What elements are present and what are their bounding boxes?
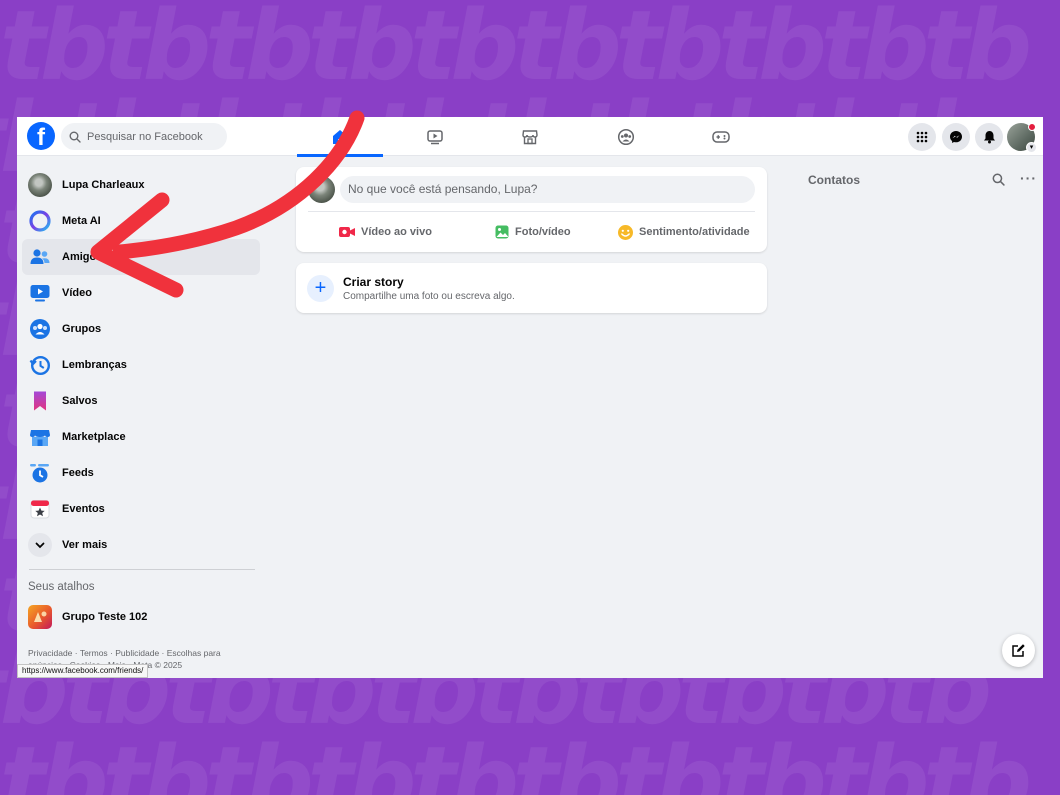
sidebar-item-label: Marketplace — [62, 431, 126, 443]
browser-window: f Pesquisar no Facebook ▾ Lupa Charleaux… — [17, 117, 1043, 678]
composer-divider — [308, 211, 755, 212]
link-status-url: https://www.facebook.com/friends/ — [17, 664, 149, 678]
group-thumbnail-icon — [28, 605, 52, 629]
shortcuts-heading: Seus atalhos — [28, 581, 95, 593]
chevron-down-icon: ▾ — [1026, 142, 1037, 153]
messenger-button[interactable] — [942, 123, 970, 151]
create-story-card[interactable]: + Criar story Compartilhe uma foto ou es… — [296, 263, 767, 313]
sidebar-item-label: Eventos — [62, 503, 105, 515]
meta-ai-icon — [28, 209, 52, 233]
live-video-icon — [339, 227, 355, 237]
search-icon — [69, 131, 81, 143]
saved-icon — [28, 389, 52, 413]
sidebar-item-label: Vídeo — [62, 287, 92, 299]
messenger-icon — [950, 131, 962, 143]
grid-icon — [916, 131, 928, 143]
composer-avatar[interactable] — [308, 176, 335, 203]
tab-marketplace[interactable] — [487, 117, 573, 156]
search-input[interactable]: Pesquisar no Facebook — [87, 131, 203, 143]
sidebar-item-video[interactable]: Vídeo — [22, 275, 260, 311]
search-box[interactable]: Pesquisar no Facebook — [61, 123, 227, 150]
feeds-icon — [28, 461, 52, 485]
video-icon — [28, 281, 52, 305]
top-navigation-bar: f Pesquisar no Facebook ▾ — [17, 117, 1043, 157]
tab-video[interactable] — [392, 117, 478, 156]
sidebar-item-profile[interactable]: Lupa Charleaux — [22, 167, 260, 203]
tab-gaming[interactable] — [678, 117, 764, 156]
contacts-search-button[interactable] — [992, 173, 1005, 191]
notifications-button[interactable] — [975, 123, 1003, 151]
home-icon — [333, 129, 347, 144]
marketplace-tab-icon — [522, 129, 538, 144]
video-tab-icon — [427, 129, 443, 144]
photo-icon — [495, 225, 509, 239]
sidebar-divider — [29, 569, 255, 570]
story-title: Criar story — [343, 275, 404, 289]
marketplace-icon — [28, 425, 52, 449]
groups-tab-icon — [617, 128, 635, 145]
tab-groups[interactable] — [583, 117, 669, 156]
compose-icon — [1012, 644, 1025, 657]
live-video-button[interactable]: Vídeo ao vivo — [338, 219, 432, 245]
sidebar-item-events[interactable]: Eventos — [22, 491, 260, 527]
profile-avatar — [28, 173, 52, 197]
contacts-more-button[interactable]: ··· — [1020, 170, 1037, 186]
post-composer: No que você está pensando, Lupa? Vídeo a… — [296, 167, 767, 252]
gaming-tab-icon — [712, 130, 730, 143]
chevron-down-icon — [28, 533, 52, 557]
sidebar-item-label: Grupos — [62, 323, 102, 335]
contacts-heading: Contatos — [808, 173, 860, 187]
sidebar-item-label: Feeds — [62, 467, 94, 479]
events-icon — [28, 497, 52, 521]
memories-icon — [28, 353, 52, 377]
facebook-logo-icon[interactable]: f — [27, 122, 55, 150]
sidebar-item-label: Amigos — [62, 251, 103, 263]
feeling-activity-button[interactable]: Sentimento/atividade — [617, 219, 750, 245]
friends-icon — [28, 245, 52, 269]
bell-icon — [983, 131, 995, 144]
tab-home[interactable] — [297, 117, 383, 157]
sidebar-item-label: Grupo Teste 102 — [62, 611, 148, 623]
menu-grid-button[interactable] — [908, 123, 936, 151]
notification-dot — [1028, 123, 1036, 131]
sidebar-item-meta-ai[interactable]: Meta AI — [22, 203, 260, 239]
left-sidebar: Lupa Charleaux Meta AI Amigos Vídeo Grup… — [17, 167, 267, 633]
photo-video-button[interactable]: Foto/vídeo — [494, 219, 571, 245]
sidebar-item-feeds[interactable]: Feeds — [22, 455, 260, 491]
sidebar-item-see-more[interactable]: Ver mais — [22, 527, 260, 563]
account-avatar-button[interactable]: ▾ — [1007, 123, 1037, 153]
sidebar-item-groups[interactable]: Grupos — [22, 311, 260, 347]
sidebar-item-friends[interactable]: Amigos — [22, 239, 260, 275]
sidebar-item-memories[interactable]: Lembranças — [22, 347, 260, 383]
new-message-button[interactable] — [1002, 634, 1035, 667]
shortcut-item-group[interactable]: Grupo Teste 102 — [22, 601, 260, 633]
sidebar-item-label: Lupa Charleaux — [62, 179, 145, 191]
composer-input[interactable]: No que você está pensando, Lupa? — [340, 176, 755, 203]
sidebar-item-label: Salvos — [62, 395, 98, 407]
smiley-icon — [618, 224, 633, 240]
sidebar-item-marketplace[interactable]: Marketplace — [22, 419, 260, 455]
sidebar-item-label: Ver mais — [62, 539, 108, 551]
search-icon — [992, 173, 1005, 186]
sidebar-item-saved[interactable]: Salvos — [22, 383, 260, 419]
plus-icon: + — [307, 275, 334, 302]
groups-icon — [28, 317, 52, 341]
story-subtitle: Compartilhe uma foto ou escreva algo. — [343, 291, 515, 302]
sidebar-item-label: Lembranças — [62, 359, 127, 371]
sidebar-item-label: Meta AI — [62, 215, 101, 227]
